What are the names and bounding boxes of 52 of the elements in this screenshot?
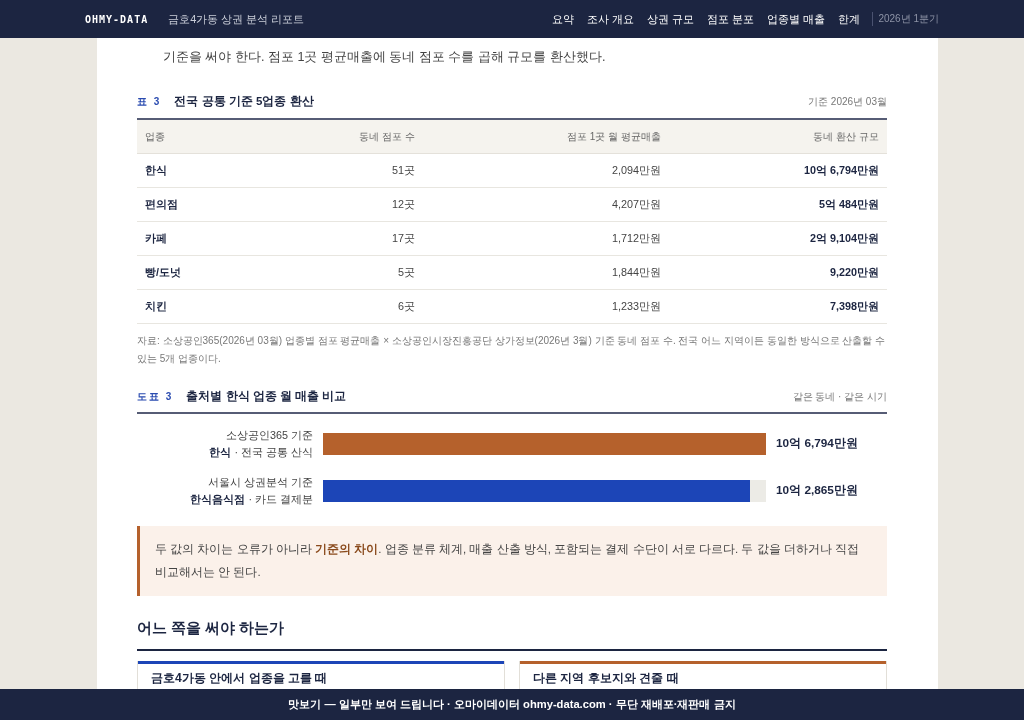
bar-detail-label: 한식음식점 · 카드 결제분: [190, 492, 313, 507]
table-cell: 카페: [137, 222, 277, 256]
table-cell: 편의점: [137, 188, 277, 222]
bar-source-label: 서울시 상권분석 기준: [208, 475, 313, 490]
callout-text: 두 값의 차이는 오류가 아니라 기준의 차이. 업종 분류 체계, 매출 산출 방식, 포함되는 결제 수단이 서로 다르다. 두 값을 더하거나 직접 비교해서는 안 된다.: [155, 542, 860, 580]
table-cell: 17곳: [277, 222, 423, 256]
column-header: 점포 1곳 월 평균매출: [423, 120, 669, 154]
table-cell: 9,220만원: [669, 256, 887, 290]
table-cell: 한식: [137, 154, 277, 188]
nav-link[interactable]: 업종별 매출: [767, 11, 826, 27]
period-label: 2026년 1분기: [878, 12, 939, 26]
source-note: 자료: 소상공인365(2026년 03월) 업종별 점포 평균매출 × 소상공인시장진흥공단 상가정보(2026년 3월) 기준 동네 점포 수. 전국 어느 지역이든 동일한 방식으로 산출할 수 있는 5개 업종이다.: [137, 334, 887, 366]
table-cell: 10억 6,794만원: [669, 154, 887, 188]
table-cell: 12곳: [277, 188, 423, 222]
column-header: 동네 환산 규모: [669, 120, 887, 154]
caption-note: 기준 2026년 03월: [808, 95, 887, 109]
bar-value: 10억 2,865만원: [776, 483, 858, 499]
figure-number: 표 3: [137, 95, 162, 109]
nav-link[interactable]: 요약: [552, 11, 575, 27]
table-cell: 1,712만원: [423, 222, 669, 256]
table-cell: 치킨: [137, 290, 277, 324]
table-cell: 2,094만원: [423, 154, 669, 188]
table-cell: 51곳: [277, 154, 423, 188]
nav-link[interactable]: 조사 개요: [587, 11, 635, 27]
report-title: 금호4가동 상권 분석 리포트: [168, 11, 305, 27]
table-cell: 1,233만원: [423, 290, 669, 324]
table-cell: 1,844만원: [423, 256, 669, 290]
table-cell: 6곳: [277, 290, 423, 324]
section-heading: 어느 쪽을 써야 하는가: [137, 620, 887, 651]
table-cell: 4,207만원: [423, 188, 669, 222]
nav-link[interactable]: 한계: [838, 11, 861, 27]
table-cell: 5곳: [277, 256, 423, 290]
chart-title: 출처별 한식 업종 월 매출 비교: [186, 389, 347, 404]
table-cell: 2억 9,104만원: [669, 222, 887, 256]
bar-source-label: 소상공인365 기준: [226, 428, 313, 443]
nav-link[interactable]: 상권 규모: [647, 11, 695, 27]
table-cell: 7,398만원: [669, 290, 887, 324]
card-title: 다른 지역 후보지와 견줄 때: [533, 671, 680, 686]
figure-number: 도표 3: [137, 390, 174, 404]
nav-link[interactable]: 점포 분포: [707, 11, 755, 27]
intro-paragraph: 기준을 써야 한다. 점포 1곳 평균매출에 동네 점포 수를 곱해 규모를 환산했다.: [163, 49, 607, 66]
bar-value: 10억 6,794만원: [776, 436, 858, 452]
preview-banner: 맛보기 — 일부만 보여 드립니다 · 오마이데이터 ohmy-data.com · 무단 재배포·재판매 금지: [0, 689, 1024, 720]
column-header: 업종: [137, 120, 277, 154]
column-header: 동네 점포 수: [277, 120, 423, 154]
table-title: 전국 공통 기준 5업종 환산: [174, 94, 314, 109]
bar-detail-label: 한식 · 전국 공통 산식: [209, 445, 313, 460]
table-cell: 5억 484만원: [669, 188, 887, 222]
card-title: 금호4가동 안에서 업종을 고를 때: [151, 671, 329, 686]
brand-logo[interactable]: OHMY-DATA: [85, 13, 149, 25]
caption-note: 같은 동네 · 같은 시기: [792, 390, 887, 404]
table-cell: 빵/도넛: [137, 256, 277, 290]
